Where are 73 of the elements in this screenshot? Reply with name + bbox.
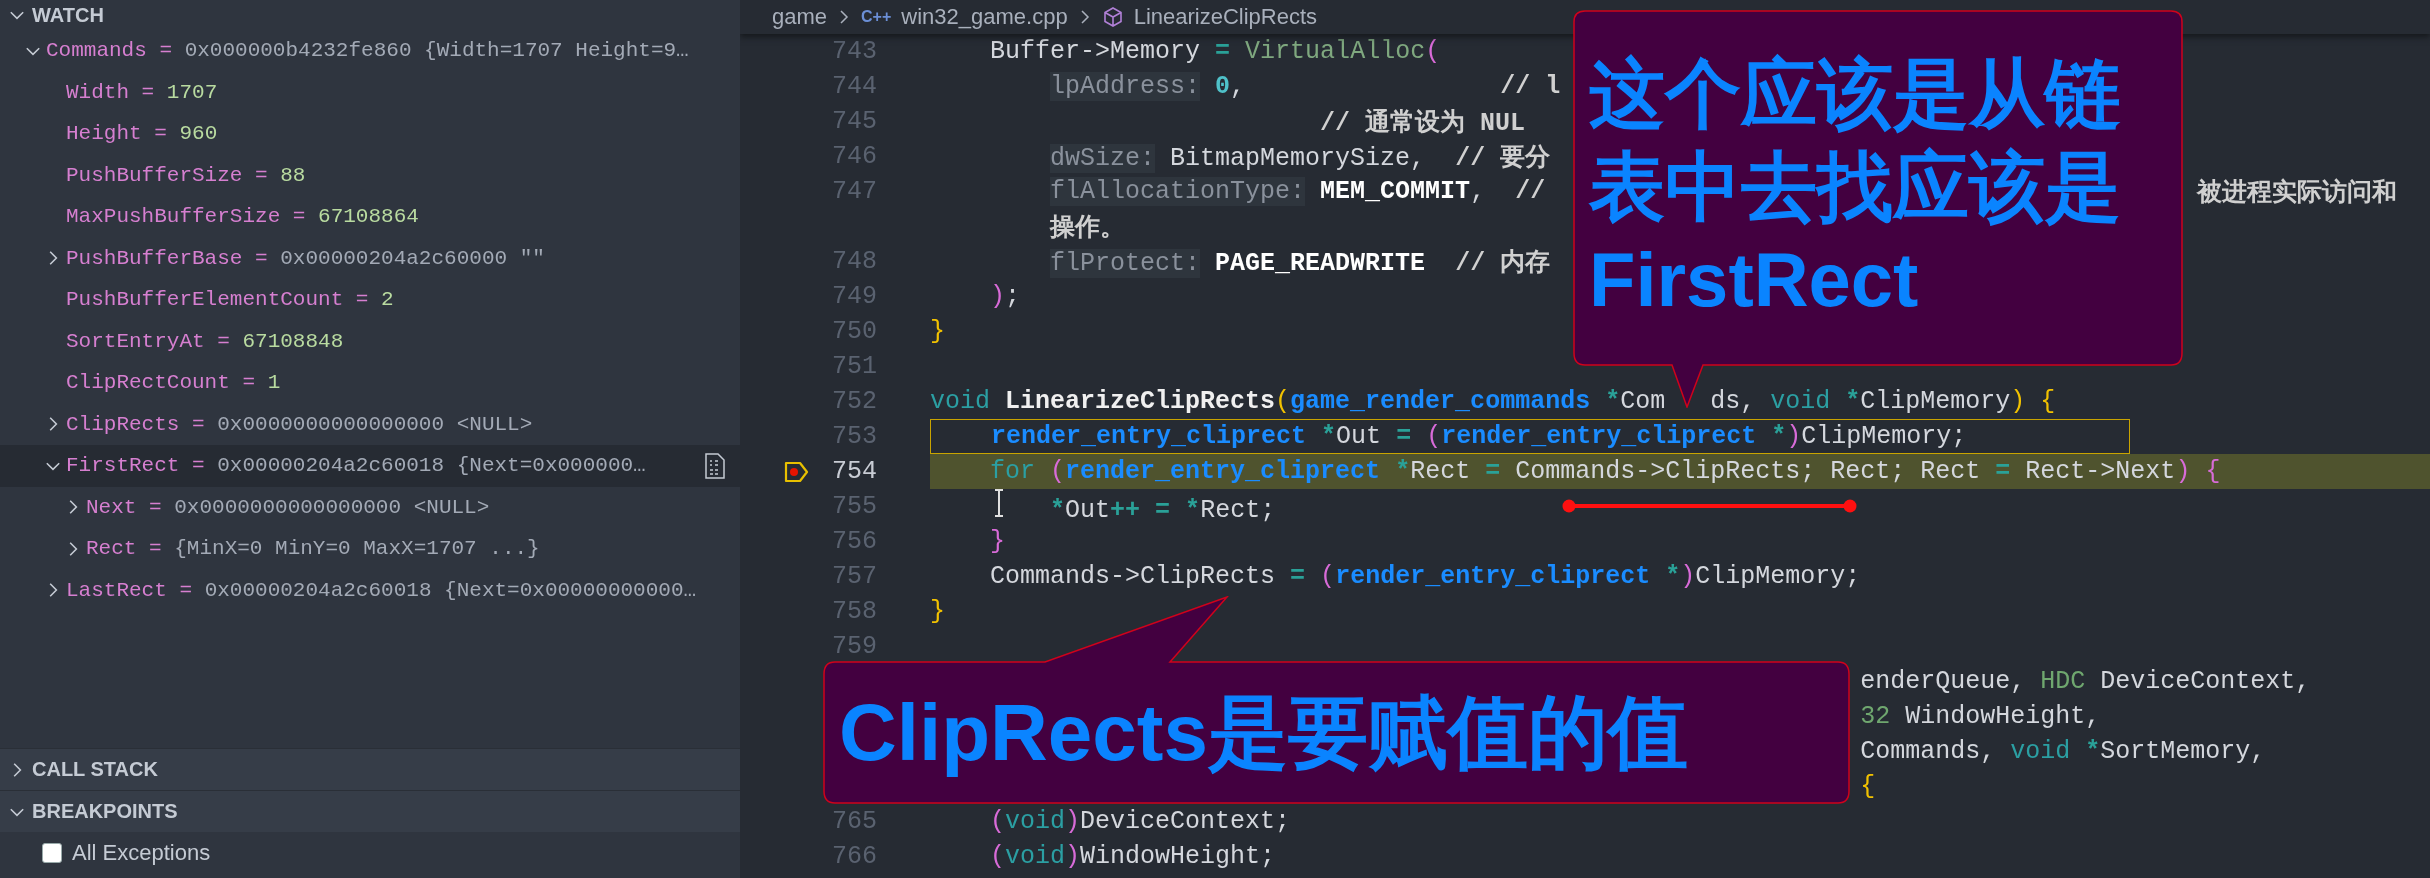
watch-entry[interactable]: FirstRect = 0x00000204a2c60018 {Next=0x000000…	[66, 454, 646, 478]
line-number: 748	[831, 247, 877, 276]
code-line: Buffer->Memory = VirtualAlloc(	[989, 37, 1441, 66]
line-number: 758	[831, 597, 877, 626]
watch-entry[interactable]: MaxPushBufferSize = 67108864	[66, 205, 419, 229]
checkbox-label[interactable]: All Exceptions	[72, 840, 211, 866]
breakpoint-icon[interactable]	[784, 459, 810, 484]
line-number: 750	[831, 317, 877, 346]
code-line: }	[930, 597, 945, 626]
code-line: lpAddress: 0, // l	[1049, 72, 1561, 101]
breadcrumb-item[interactable]: game	[772, 4, 828, 30]
code-text: 被进程实际访问和	[2197, 179, 2397, 208]
code-text: 32 WindowHeight,	[1860, 702, 2101, 731]
cube-icon	[1101, 6, 1124, 28]
file-type-label: C++	[861, 8, 892, 26]
line-number: 754	[831, 457, 877, 486]
selected-row[interactable]: FirstRect = 0x00000204a2c60018 {Next=0x000000…	[0, 445, 740, 487]
line-number: 745	[831, 107, 877, 136]
line-number: 752	[831, 387, 877, 416]
watch-entry[interactable]: ClipRects = 0x0000000000000000 <NULL>	[66, 412, 533, 436]
section-title[interactable]: CALL STACK	[32, 758, 158, 781]
breadcrumb-item[interactable]: LinearizeClipRects	[1133, 4, 1318, 30]
code-line: );	[989, 282, 1021, 311]
code-line: for (render_entry_cliprect *Rect = Commands->ClipRects; Rect; Rect = Rect->Next) {	[989, 457, 2221, 486]
watch-entry[interactable]: PushBufferElementCount = 2	[66, 288, 394, 312]
code-text: enderQueue, HDC DeviceContext,	[1860, 667, 2311, 696]
watch-entry[interactable]: PushBufferBase = 0x00000204a2c60000 ""	[66, 246, 545, 270]
line-number: 756	[831, 527, 877, 556]
code-line: (void)WindowHeight;	[989, 842, 1276, 871]
watch-entry[interactable]: Rect = {MinX=0 MinY=0 MaxX=1707 ...}	[86, 537, 540, 561]
callout-text: ClipRects是要赋值的值	[839, 686, 1688, 779]
line-number: 746	[831, 142, 877, 171]
breadcrumb-item[interactable]: win32_game.cpp	[901, 4, 1068, 30]
line-number: 765	[831, 807, 877, 836]
code-line: }	[930, 317, 945, 346]
code-line: // 通常设为 NUL	[1319, 108, 1526, 138]
line-number: 766	[831, 842, 877, 871]
checkbox[interactable]	[42, 843, 62, 863]
watch-entry[interactable]: SortEntryAt = 67108848	[66, 329, 344, 353]
watch-entry[interactable]: Next = 0x0000000000000000 <NULL>	[86, 495, 490, 519]
watch-entry[interactable]: Commands = 0x000000b4232fe860 {Width=1707 Height=9…	[46, 39, 689, 63]
line-number: 747	[831, 177, 877, 206]
text-cursor-icon	[993, 488, 1005, 517]
line-number: 759	[831, 632, 877, 661]
watch-entry[interactable]: Height = 960	[66, 122, 218, 146]
code-text: flAllocationType: MEM_COMMIT, //	[1049, 177, 1546, 206]
line-number: 757	[831, 562, 877, 591]
watch-entry[interactable]: Width = 1707	[66, 80, 218, 104]
code-line: *Out++ = *Rect;	[930, 488, 1276, 525]
line-number: 744	[831, 72, 877, 101]
line-number: 743	[831, 37, 877, 66]
code-line: dwSize: BitmapMemorySize, // 要分	[1049, 143, 1551, 173]
callout-text: 这个应该是从链表中去找应该是FirstRect	[1589, 50, 2122, 324]
section-title[interactable]: BREAKPOINTS	[32, 800, 178, 823]
line-number: 755	[831, 492, 877, 521]
code-line: }	[989, 527, 1006, 556]
code-line: flProtect: PAGE_READWRITE // 内存	[1049, 248, 1551, 278]
watch-entry[interactable]: ClipRectCount = 1	[66, 371, 281, 395]
line-number: 753	[831, 422, 877, 451]
watch-entry[interactable]: LastRect = 0x00000204a2c60018 {Next=0x00000000000…	[66, 578, 697, 602]
code-line: Commands->ClipRects = (render_entry_cliprect *)ClipMemory;	[989, 562, 1861, 591]
code-text: ds, void *ClipMemory) {	[1710, 387, 2056, 416]
code-line: render_entry_cliprect *Out = (render_entry_cliprect *)ClipMemory;	[990, 422, 1967, 451]
code-text: Commands, void *SortMemory,	[1860, 737, 2266, 766]
watch-entry[interactable]: PushBufferSize = 88	[66, 163, 306, 187]
code-text: void LinearizeClipRects(game_render_commands *Com	[930, 387, 1666, 416]
line-number: 749	[831, 282, 877, 311]
code-text: {	[1860, 772, 1876, 801]
panel-title[interactable]: WATCH	[32, 3, 104, 27]
document-icon[interactable]	[704, 452, 726, 479]
code-line: 操作。	[1048, 213, 1126, 243]
code-line: (void)DeviceContext;	[989, 807, 1291, 836]
line-number: 751	[831, 352, 877, 381]
